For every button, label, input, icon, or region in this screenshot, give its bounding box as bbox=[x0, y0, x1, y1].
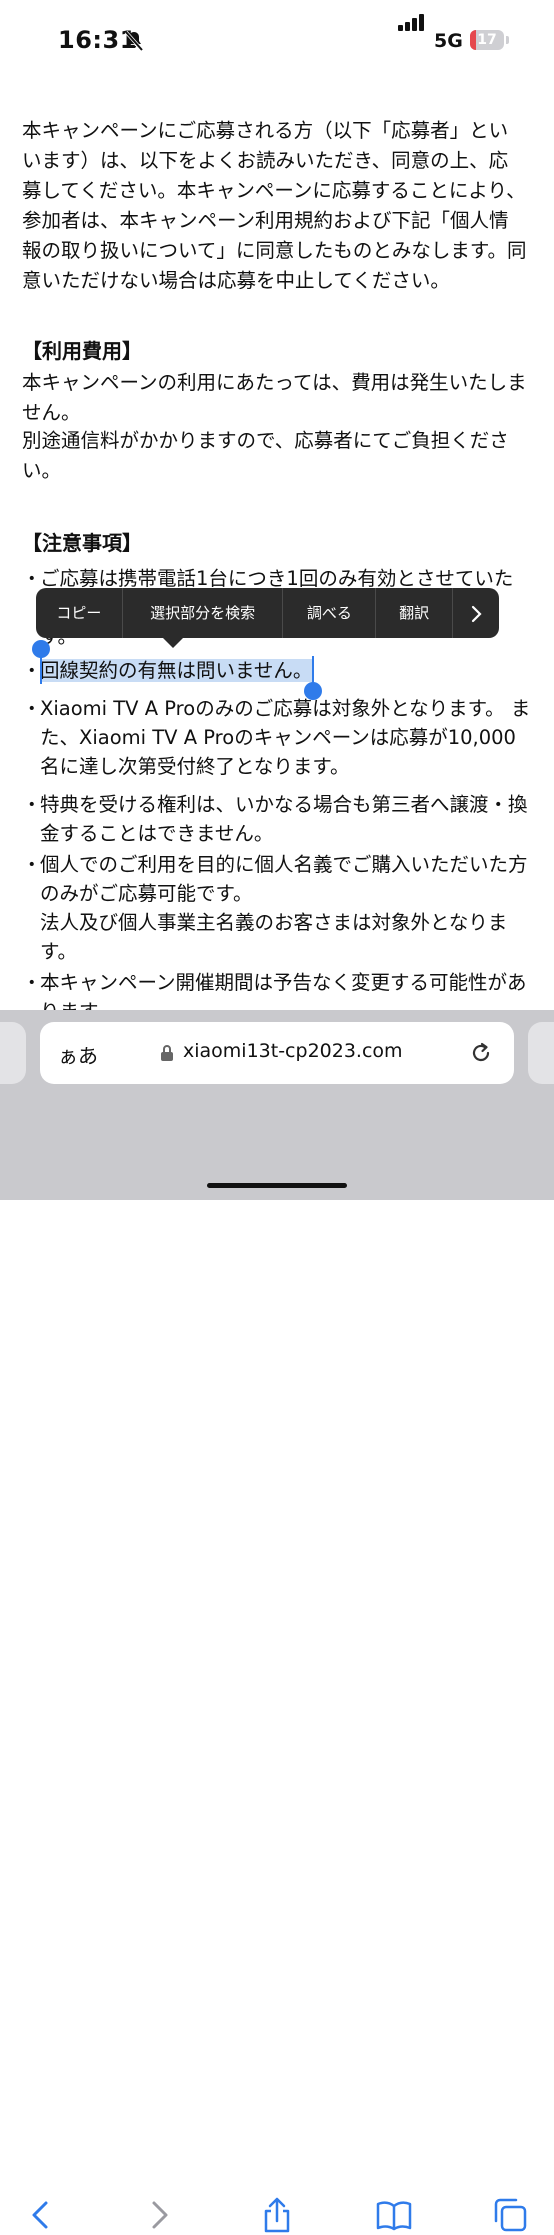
page-content: 本キャンペーンにご応募される方（以下「応募者」といいます）は、以下をよくお読みい… bbox=[0, 80, 554, 1010]
bell-slash-icon bbox=[124, 30, 144, 52]
list-item-text-wrap: 回線契約の有無は問いません。 bbox=[40, 656, 532, 685]
intro-paragraph: 本キャンペーンにご応募される方（以下「応募者」といいます）は、以下をよくお読みい… bbox=[22, 119, 527, 292]
battery-icon: 17 bbox=[470, 30, 504, 50]
bullet-mark: ・ bbox=[22, 659, 42, 682]
list-item-text: 個人でのご利用を目的に個人名義でご購入いただいた方のみがご応募可能です。 bbox=[40, 853, 528, 905]
bookmarks-icon[interactable] bbox=[374, 2195, 414, 2235]
selection-start-line bbox=[40, 654, 42, 684]
status-bar: 16:31 5G 17 bbox=[0, 0, 554, 80]
fee-line-2: 別途通信料がかかりますので、応募者にてご負担ください。 bbox=[22, 429, 509, 482]
bullet-mark: ・ bbox=[22, 793, 42, 816]
bullet-mark: ・ bbox=[22, 697, 42, 720]
chevron-right-icon bbox=[471, 605, 482, 622]
text-selection-menu: コピー 選択部分を検索 調べる 翻訳 bbox=[36, 588, 499, 638]
list-item-text: 本キャンペーン開催期間は予告なく変更する可能性があります。 bbox=[40, 971, 527, 1010]
look-up-menu-item[interactable]: 調べる bbox=[283, 588, 377, 638]
previous-tab-peek[interactable] bbox=[0, 1022, 26, 1084]
menu-pointer bbox=[163, 638, 183, 648]
forward-icon[interactable] bbox=[138, 2195, 178, 2235]
next-tab-peek[interactable] bbox=[528, 1022, 554, 1084]
battery-tip bbox=[506, 36, 509, 44]
home-indicator bbox=[207, 1183, 347, 1188]
battery-percent: 17 bbox=[477, 32, 497, 48]
back-icon[interactable] bbox=[22, 2195, 62, 2235]
fee-heading: 【利用費用】 bbox=[22, 339, 142, 363]
translate-menu-item[interactable]: 翻訳 bbox=[376, 588, 454, 638]
bullet-mark: ・ bbox=[22, 853, 42, 876]
more-menu-button[interactable] bbox=[453, 588, 499, 638]
bullet-mark: ・ bbox=[22, 971, 42, 994]
list-item-text: 法人及び個人事業主名義のお客さまは対象外となります。 bbox=[40, 911, 508, 963]
reload-icon[interactable] bbox=[468, 1040, 494, 1066]
list-item-text: 特典を受ける権利は、いかなる場合も第三者へ譲渡・換金することはできません。 bbox=[40, 793, 528, 845]
list-item-text: Xiaomi TV A Proのみのご応募は対象外となります。 また、Xiaom… bbox=[40, 697, 531, 778]
share-icon[interactable] bbox=[257, 2195, 297, 2235]
search-selection-menu-item[interactable]: 選択部分を検索 bbox=[123, 588, 284, 638]
copy-menu-item[interactable]: コピー bbox=[36, 588, 123, 638]
url-text[interactable]: xiaomi13t-cp2023.com bbox=[183, 1040, 403, 1062]
selected-text[interactable]: 回線契約の有無は問いません。 bbox=[40, 659, 313, 682]
fee-line-1: 本キャンペーンの利用にあたっては、費用は発生いたしません。 bbox=[22, 371, 527, 424]
notes-heading: 【注意事項】 bbox=[22, 531, 142, 555]
network-type: 5G bbox=[434, 30, 463, 52]
lock-icon bbox=[161, 1045, 173, 1061]
tabs-icon[interactable] bbox=[490, 2195, 530, 2235]
bottom-toolbar bbox=[0, 1095, 554, 2233]
text-size-button[interactable]: ぁあ bbox=[58, 1040, 98, 1069]
